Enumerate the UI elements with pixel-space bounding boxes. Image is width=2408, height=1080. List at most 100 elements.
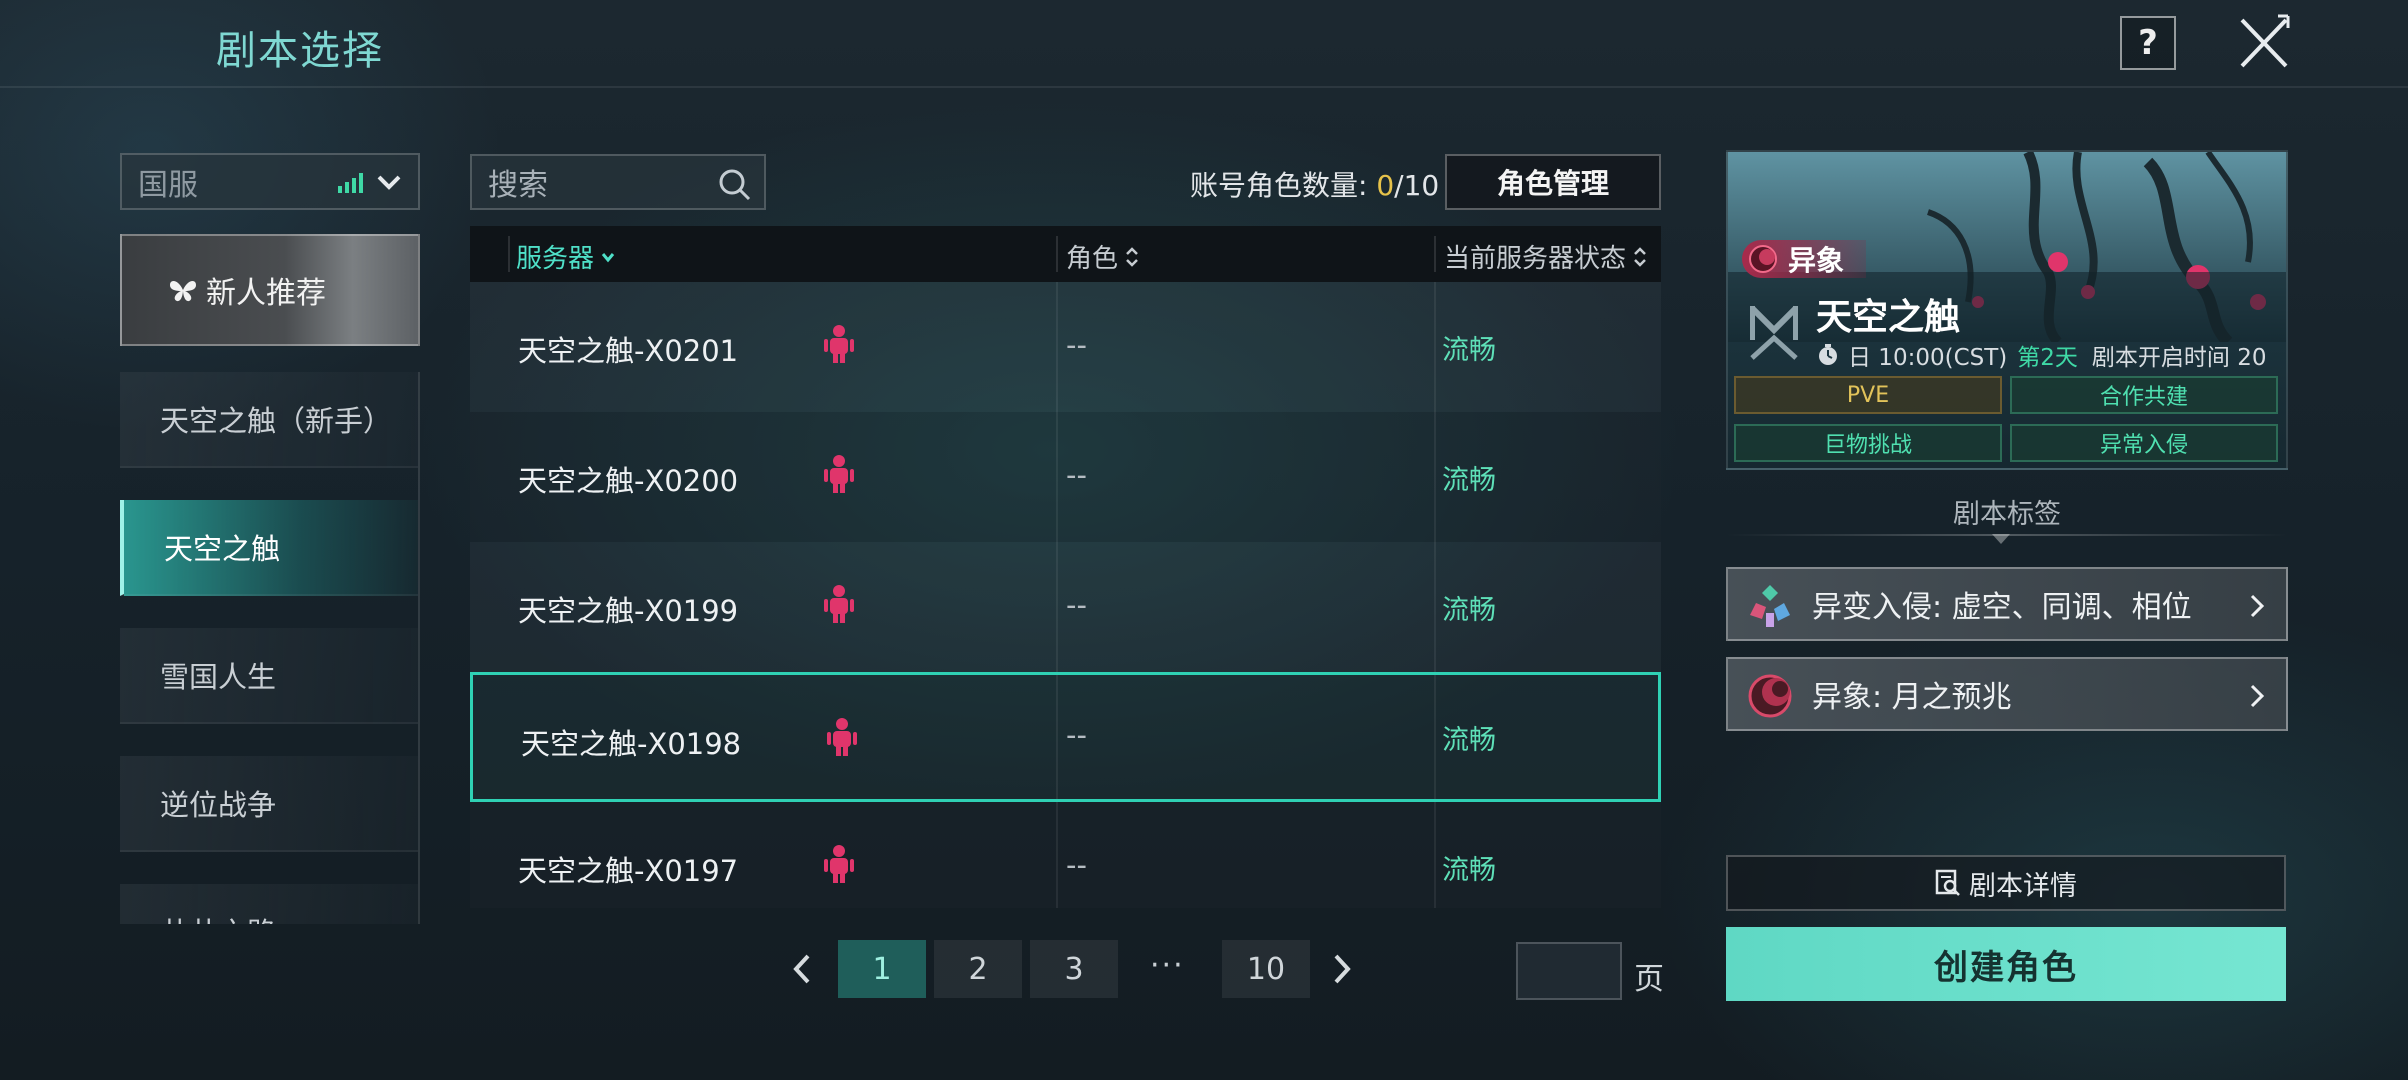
role-value: -- <box>1066 328 1087 362</box>
server-status: 流畅 <box>1442 335 1496 366</box>
scenario-item-snow-country[interactable]: 雪国人生 <box>120 628 418 724</box>
newbie-recommend-label: 新人推荐 <box>206 276 326 311</box>
sort-down-icon <box>601 252 615 262</box>
page-button-2[interactable]: 2 <box>934 940 1022 998</box>
next-page-icon[interactable] <box>1330 952 1354 986</box>
server-status: 流畅 <box>1442 725 1496 756</box>
server-table: 服务器 角色 当前服务器状态 天空之触-X0201 -- 流畅 天空之触-X02… <box>470 226 1661 908</box>
feature-mutation-invasion-button[interactable]: 异变入侵: 虚空、同调、相位 <box>1726 567 2288 641</box>
population-icon <box>824 325 854 363</box>
search-icon[interactable] <box>718 168 752 202</box>
server-status: 流畅 <box>1442 595 1496 626</box>
search-input[interactable]: 搜索 <box>470 154 766 210</box>
scenario-item-reverse-war[interactable]: 逆位战争 <box>120 756 418 852</box>
table-row[interactable]: 天空之触-X0200 -- 流畅 <box>470 412 1661 542</box>
page-unit-label: 页 <box>1634 962 1664 997</box>
butterfly-icon <box>170 280 196 302</box>
server-name: 天空之触-X0201 <box>518 334 739 368</box>
role-value: -- <box>1066 458 1087 492</box>
scenario-item-sky-touch-newbie[interactable]: 天空之触（新手） <box>120 372 418 468</box>
document-search-icon <box>1935 869 1960 896</box>
account-count-current: 0 <box>1376 169 1395 202</box>
scenario-item-label: 天空之触 <box>164 532 281 566</box>
page-jump-input[interactable] <box>1516 942 1622 1000</box>
sort-by-status[interactable]: 当前服务器状态 <box>1444 238 1648 275</box>
scenario-item-partial[interactable]: 井井之路 <box>120 884 418 924</box>
page-button-last[interactable]: 10 <box>1222 940 1310 998</box>
signal-icon <box>338 173 363 193</box>
tag-coop-build: 合作共建 <box>2010 376 2278 414</box>
role-value: -- <box>1066 588 1087 622</box>
anomaly-badge-label: 异象 <box>1788 244 1845 277</box>
header-divider <box>0 86 2408 88</box>
population-icon <box>824 455 854 493</box>
prev-page-icon[interactable] <box>790 952 814 986</box>
page-button-1[interactable]: 1 <box>838 940 926 998</box>
anomaly-icon <box>1749 245 1777 273</box>
account-count-label: 账号角色数量: <box>1190 169 1368 202</box>
scenario-title: 天空之触 <box>1816 297 1961 338</box>
column-separator <box>1056 802 1058 908</box>
header-server-label: 服务器 <box>516 244 595 274</box>
header-status-label: 当前服务器状态 <box>1444 244 1627 274</box>
table-row[interactable]: 天空之触-X0199 -- 流畅 <box>470 542 1661 672</box>
population-icon <box>824 585 854 623</box>
feature-label: 异变入侵: 虚空、同调、相位 <box>1812 590 2192 625</box>
scenario-tags-label: 剧本标签 <box>1953 499 2061 530</box>
scenario-detail-button[interactable]: 剧本详情 <box>1726 855 2286 911</box>
scenario-schedule: 日 10:00(CST) 第2天 剧本开启时间 20 <box>1816 338 2266 372</box>
population-icon <box>827 718 857 756</box>
moon-omen-icon <box>1748 674 1792 718</box>
sort-by-role[interactable]: 角色 <box>1066 238 1140 275</box>
table-row-selected[interactable]: 天空之触-X0198 -- 流畅 <box>470 672 1661 802</box>
anomaly-badge: 异象 <box>1742 240 1867 278</box>
timer-icon <box>1819 344 1837 365</box>
column-separator <box>1056 542 1058 672</box>
header-separator <box>1434 236 1436 272</box>
server-name: 天空之触-X0198 <box>521 727 742 761</box>
region-selected-value: 国服 <box>138 167 198 203</box>
schedule-day: 第2天 <box>2017 345 2078 371</box>
column-separator <box>1434 675 1436 799</box>
server-status: 流畅 <box>1442 855 1496 886</box>
help-button[interactable]: ? <box>2120 16 2176 70</box>
column-separator <box>1056 412 1058 542</box>
create-character-button[interactable]: 创建角色 <box>1726 927 2286 1001</box>
region-select[interactable]: 国服 <box>120 153 420 210</box>
column-separator <box>1434 412 1436 542</box>
close-icon <box>2240 14 2290 68</box>
column-separator <box>1434 282 1436 412</box>
column-separator <box>1056 675 1058 799</box>
role-manage-button[interactable]: 角色管理 <box>1445 154 1661 210</box>
sort-updown-icon <box>1126 246 1138 267</box>
scenario-item-label: 雪国人生 <box>160 660 277 694</box>
scenario-detail-label: 剧本详情 <box>1969 870 2077 902</box>
column-separator <box>1434 802 1436 908</box>
header-separator <box>508 236 510 272</box>
scenario-info-card[interactable]: 异象 天空之触 日 10:00(CST) 第2天 剧本开启时间 20 PVE 合… <box>1726 150 2288 470</box>
tag-giant-challenge: 巨物挑战 <box>1734 424 2002 462</box>
account-count-max: /10 <box>1394 169 1440 202</box>
server-status: 流畅 <box>1442 465 1496 496</box>
scenario-item-label: 天空之触（新手） <box>160 404 393 438</box>
tags-caret <box>1992 534 2010 544</box>
population-icon <box>824 845 854 883</box>
feature-moon-omen-button[interactable]: 异象: 月之预兆 <box>1726 657 2288 731</box>
scenario-item-label: 井井之路 <box>160 910 276 924</box>
close-button[interactable] <box>2238 14 2290 72</box>
page-title: 剧本选择 <box>216 28 384 74</box>
sort-by-server[interactable]: 服务器 <box>516 238 616 275</box>
scenario-logo-icon <box>1750 305 1798 360</box>
server-name: 天空之触-X0199 <box>518 594 739 628</box>
feature-label: 异象: 月之预兆 <box>1812 680 2012 715</box>
table-row[interactable]: 天空之触-X0197 -- 流畅 <box>470 802 1661 908</box>
server-name: 天空之触-X0200 <box>518 464 739 498</box>
page-button-3[interactable]: 3 <box>1030 940 1118 998</box>
table-row[interactable]: 天空之触-X0201 -- 流畅 <box>470 282 1661 412</box>
chevron-right-icon <box>2250 684 2265 708</box>
scenario-item-sky-touch[interactable]: 天空之触 <box>120 500 418 596</box>
newbie-recommend-banner[interactable]: 新人推荐 <box>120 234 420 346</box>
header-role-label: 角色 <box>1066 244 1119 274</box>
schedule-time: 日 10:00(CST) <box>1848 345 2008 371</box>
chevron-right-icon <box>2250 594 2265 618</box>
